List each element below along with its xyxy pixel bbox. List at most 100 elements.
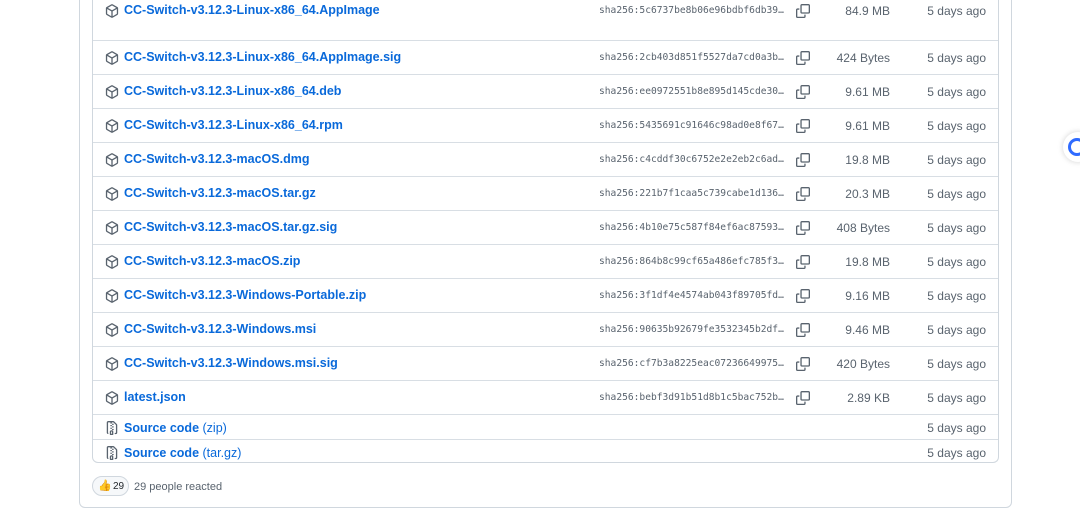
asset-sha256: sha256:864b8c99cf65a486efc785f32… (599, 256, 789, 267)
asset-row: CC-Switch-v3.12.3-Linux-x86_64.AppImage.… (93, 40, 998, 73)
asset-row: CC-Switch-v3.12.3-macOS.tar.gz sha256:22… (93, 176, 998, 209)
copy-icon[interactable] (796, 4, 810, 18)
asset-link[interactable]: CC-Switch-v3.12.3-Windows-Portable.zip (124, 288, 366, 302)
asset-size: 2.89 KB (847, 391, 890, 405)
asset-date: 5 days ago (927, 4, 986, 18)
asset-size: 9.61 MB (845, 85, 890, 99)
reactions-summary[interactable]: 29 people reacted (134, 481, 222, 493)
package-icon (105, 51, 119, 65)
floating-assistant-button[interactable] (1063, 132, 1080, 162)
asset-date: 5 days ago (927, 446, 986, 460)
file-zip-icon (105, 421, 119, 435)
asset-size: 9.16 MB (845, 289, 890, 303)
copy-icon[interactable] (796, 391, 810, 405)
asset-sha256: sha256:cf7b3a8225eac072366499756… (599, 358, 789, 369)
copy-icon[interactable] (796, 51, 810, 65)
asset-row: CC-Switch-v3.12.3-Windows.msi.sig sha256… (93, 346, 998, 379)
asset-link[interactable]: latest.json (124, 390, 186, 404)
source-code-targz-link[interactable]: Source code (tar.gz) (124, 446, 241, 460)
source-code-zip-link[interactable]: Source code (zip) (124, 421, 227, 435)
asset-date: 5 days ago (927, 153, 986, 167)
asset-row: CC-Switch-v3.12.3-macOS.tar.gz.sig sha25… (93, 210, 998, 243)
asset-size: 84.9 MB (845, 4, 890, 18)
asset-link[interactable]: CC-Switch-v3.12.3-Linux-x86_64.deb (124, 84, 341, 98)
asset-sha256: sha256:5435691c91646c98ad0e8f674… (599, 120, 789, 131)
asset-link[interactable]: CC-Switch-v3.12.3-macOS.tar.gz (124, 186, 316, 200)
asset-date: 5 days ago (927, 187, 986, 201)
asset-sha256: sha256:3f1df4e4574ab043f89705fd9… (599, 290, 789, 301)
asset-link[interactable]: CC-Switch-v3.12.3-macOS.tar.gz.sig (124, 220, 337, 234)
asset-size: 20.3 MB (845, 187, 890, 201)
asset-size: 9.61 MB (845, 119, 890, 133)
asset-date: 5 days ago (927, 221, 986, 235)
asset-sha256: sha256:2cb403d851f5527da7cd0a3be… (599, 52, 789, 63)
asset-date: 5 days ago (927, 421, 986, 435)
asset-size: 420 Bytes (836, 357, 890, 371)
asset-row: CC-Switch-v3.12.3-macOS.zip sha256:864b8… (93, 244, 998, 277)
copy-icon[interactable] (796, 153, 810, 167)
asset-sha256: sha256:4b10e75c587f84ef6ac87593e… (599, 222, 789, 233)
asset-size: 424 Bytes (836, 51, 890, 65)
package-icon (105, 187, 119, 201)
copy-icon[interactable] (796, 85, 810, 99)
asset-date: 5 days ago (927, 357, 986, 371)
package-icon (105, 323, 119, 337)
package-icon (105, 255, 119, 269)
asset-link[interactable]: CC-Switch-v3.12.3-macOS.zip (124, 254, 300, 268)
asset-link[interactable]: CC-Switch-v3.12.3-Linux-x86_64.rpm (124, 118, 343, 132)
source-code-row: Source code (tar.gz) 5 days ago (93, 439, 998, 465)
asset-link[interactable]: CC-Switch-v3.12.3-Windows.msi (124, 322, 316, 336)
asset-link[interactable]: CC-Switch-v3.12.3-Linux-x86_64.AppImage (124, 3, 380, 17)
copy-icon[interactable] (796, 323, 810, 337)
copy-icon[interactable] (796, 255, 810, 269)
asset-sha256: sha256:ee0972551b8e895d145cde303… (599, 86, 789, 97)
asset-date: 5 days ago (927, 119, 986, 133)
asset-date: 5 days ago (927, 51, 986, 65)
asset-sha256: sha256:bebf3d91b51d8b1c5bac752bf… (599, 392, 789, 403)
copy-icon[interactable] (796, 187, 810, 201)
assets-list: CC-Switch-v3.12.3-Linux-x86_64.AppImage … (92, 0, 999, 463)
asset-link[interactable]: CC-Switch-v3.12.3-Linux-x86_64.AppImage.… (124, 50, 401, 64)
asset-date: 5 days ago (927, 289, 986, 303)
asset-sha256: sha256:5c6737be8b06e96bdbf6db391… (599, 5, 789, 16)
package-icon (105, 221, 119, 235)
asset-row: CC-Switch-v3.12.3-Windows-Portable.zip s… (93, 278, 998, 311)
copy-icon[interactable] (796, 289, 810, 303)
asset-date: 5 days ago (927, 323, 986, 337)
asset-size: 19.8 MB (845, 255, 890, 269)
copy-icon[interactable] (796, 119, 810, 133)
asset-date: 5 days ago (927, 85, 986, 99)
asset-row: CC-Switch-v3.12.3-Linux-x86_64.AppImage … (93, 0, 998, 27)
package-icon (105, 391, 119, 405)
asset-date: 5 days ago (927, 391, 986, 405)
asset-size: 19.8 MB (845, 153, 890, 167)
asset-row: CC-Switch-v3.12.3-Linux-x86_64.deb sha25… (93, 74, 998, 107)
package-icon (105, 357, 119, 371)
package-icon (105, 119, 119, 133)
asset-link[interactable]: CC-Switch-v3.12.3-Windows.msi.sig (124, 356, 338, 370)
asset-sha256: sha256:c4cddf30c6752e2e2eb2c6ade… (599, 154, 789, 165)
source-code-label: Source code (124, 446, 200, 460)
asset-row: latest.json sha256:bebf3d91b51d8b1c5bac7… (93, 380, 998, 413)
thumbs-up-icon: 👍 (98, 480, 112, 492)
asset-row: CC-Switch-v3.12.3-Windows.msi sha256:906… (93, 312, 998, 345)
source-code-row: Source code (zip) 5 days ago (93, 414, 998, 440)
source-code-ext: (zip) (202, 421, 227, 435)
package-icon (105, 289, 119, 303)
asset-sha256: sha256:90635b92679fe3532345b2dff… (599, 324, 789, 335)
copy-icon[interactable] (796, 221, 810, 235)
thumbs-up-reaction-button[interactable]: 👍 29 (92, 476, 129, 496)
package-icon (105, 153, 119, 167)
package-icon (105, 85, 119, 99)
asset-size: 9.46 MB (845, 323, 890, 337)
asset-row: CC-Switch-v3.12.3-Linux-x86_64.rpm sha25… (93, 108, 998, 141)
source-code-label: Source code (124, 421, 200, 435)
asset-size: 408 Bytes (836, 221, 890, 235)
copy-icon[interactable] (796, 357, 810, 371)
package-icon (105, 4, 119, 18)
asset-link[interactable]: CC-Switch-v3.12.3-macOS.dmg (124, 152, 309, 166)
circle-icon (1068, 138, 1080, 156)
reaction-count: 29 (113, 481, 125, 492)
asset-sha256: sha256:221b7f1caa5c739cabe1d1360… (599, 188, 789, 199)
asset-row: CC-Switch-v3.12.3-macOS.dmg sha256:c4cdd… (93, 142, 998, 175)
